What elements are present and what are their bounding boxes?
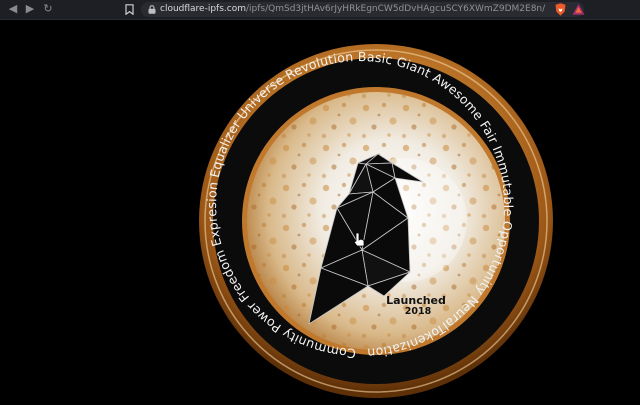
page-viewport: Community Power Freedom Expresion Equali… — [0, 8, 640, 401]
browser-toolbar: ◀ ▶ ↻ cloudflare-ipfs.com/ipfs/QmSd3jtHA… — [0, 0, 640, 20]
chevron-right-icon: ▶ — [25, 2, 35, 15]
back-button[interactable]: ◀ — [6, 2, 20, 16]
address-bar[interactable]: cloudflare-ipfs.com/ipfs/QmSd3jtHAv6rJyH… — [141, 2, 584, 17]
url-text: cloudflare-ipfs.com/ipfs/QmSd3jtHAv6rJyH… — [160, 2, 545, 17]
forward-button[interactable]: ▶ — [23, 2, 37, 16]
lock-icon — [148, 5, 156, 14]
bookmark-icon — [124, 4, 134, 16]
reload-icon: ↻ — [43, 2, 53, 15]
ravencoin-coin-image: Community Power Freedom Expresion Equali… — [0, 8, 553, 398]
reload-button[interactable]: ↻ — [41, 2, 55, 16]
url-path: /ipfs/QmSd3jtHAv6rJyHRkEgnCW5dDvHAgcuSCY… — [246, 4, 546, 14]
launched-year: 2018 — [405, 306, 432, 317]
bookmark-button[interactable] — [122, 2, 136, 16]
brave-rewards-icon[interactable] — [571, 2, 586, 17]
chevron-left-icon: ◀ — [8, 2, 18, 15]
brave-shield-icon[interactable] — [553, 2, 568, 17]
url-host: cloudflare-ipfs.com — [160, 4, 246, 14]
